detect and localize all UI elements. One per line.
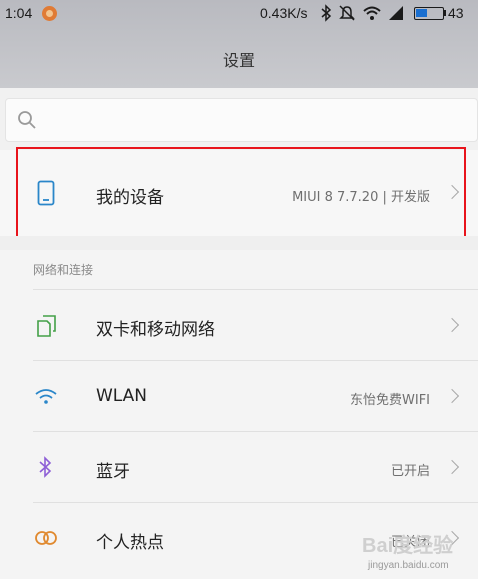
section-gap: [0, 236, 478, 250]
settings-row-dual-sim[interactable]: [0, 290, 478, 360]
battery-percent: 43: [448, 5, 464, 21]
row-value-wlan: 东怡免费WIFI: [350, 393, 430, 408]
section-title: 网络和连接: [33, 263, 94, 277]
watermark-url: jingyan.baidu.com: [368, 560, 449, 571]
hotspot-icon: [35, 531, 57, 545]
signal-icon: [389, 6, 403, 20]
row-label-bluetooth: 蓝牙: [96, 462, 130, 482]
battery-level: [416, 9, 427, 17]
wifi-icon: [363, 6, 381, 20]
row-label-wlan: WLAN: [96, 386, 148, 406]
battery-cap: [444, 10, 446, 16]
battery-icon: [414, 7, 444, 20]
bluetooth-icon: [39, 456, 52, 478]
search-input[interactable]: [5, 98, 478, 142]
app-notification-icon: [42, 6, 57, 21]
dual-sim-icon: [37, 315, 56, 337]
highlight-box: [16, 147, 466, 240]
row-value-bluetooth: 已开启: [390, 464, 430, 479]
wifi-icon: [35, 389, 57, 404]
watermark-brand: Bai度经验: [362, 533, 453, 557]
search-icon: [18, 111, 36, 129]
row-label-dual-sim: 双卡和移动网络: [96, 320, 215, 340]
network-speed: 0.43K/s: [260, 5, 308, 21]
status-bar: 1:04 0.43K/s 43: [0, 0, 478, 28]
status-time: 1:04: [5, 5, 33, 21]
mute-icon: [339, 5, 355, 21]
row-label-hotspot: 个人热点: [96, 533, 164, 553]
bluetooth-icon: [321, 4, 332, 22]
page-title: 设置: [222, 51, 255, 70]
